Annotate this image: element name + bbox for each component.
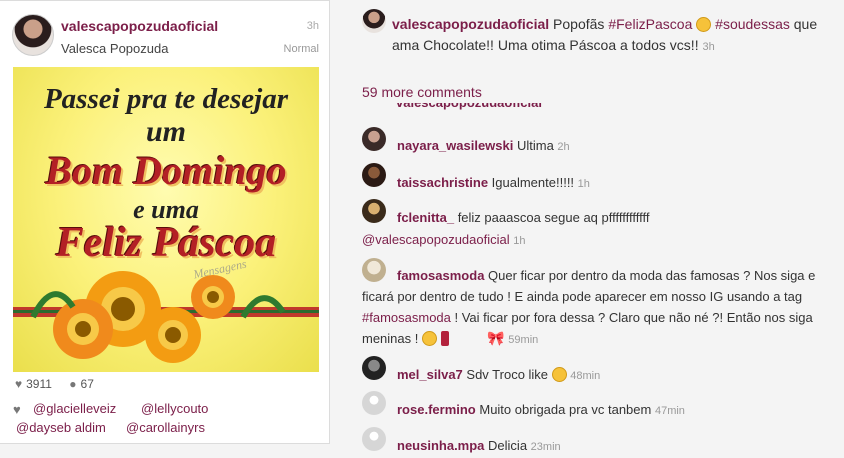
tagged-user[interactable]: @lellycouto [141,401,208,416]
tagged-user[interactable]: @carollainyrs [126,420,205,435]
comment-time: 59min [508,334,539,346]
caption-hashtag[interactable]: #soudessas [715,16,790,32]
comment-time: 1h [577,178,590,190]
commenter-avatar[interactable] [362,199,386,223]
caption-hashtag[interactable]: #FelizPascoa [608,16,692,32]
photo-text-line2: um [145,115,187,148]
comment: @valescapopozudaoficial 1h [362,229,526,252]
heart-icon: ♥ [13,402,21,417]
photo-text-line3: Bom Domingo [45,148,287,193]
commenter-avatar[interactable] [362,427,386,451]
post-author-fullname: Valesca Popozuda [61,41,169,56]
caption-username[interactable]: valescapopozudaoficial [392,16,549,32]
heart-icon[interactable]: ♥ [15,377,22,391]
tagged-user[interactable]: @glacielleveiz [33,401,116,416]
comment-username[interactable]: rose.fermino [397,402,476,417]
comment: nayara_wasilewski Ultima 2h [397,135,570,158]
comment-count: 67 [80,377,94,391]
comment-text: Igualmente!!!!! [488,175,578,190]
comment-username[interactable]: mel_silva7 [397,367,463,382]
comment-username[interactable]: famosasmoda [397,268,484,283]
comment: famosasmoda Quer ficar por dentro da mod… [362,265,832,351]
wink-emoji-icon [551,367,567,382]
post-filter: Normal [283,43,319,55]
comment-username[interactable]: taissachristine [397,175,488,190]
caption-time: 3h [702,41,715,53]
post-author-avatar[interactable] [12,14,54,56]
kiss-emoji-icon [696,17,712,32]
post-author-username[interactable]: valescapopozudaoficial [61,18,218,34]
more-comments-link[interactable]: 59 more comments [362,84,482,100]
comment-time: 2h [557,141,570,153]
comment-mention[interactable]: @valescapopozudaoficial [362,232,510,247]
comment-text: Muito obrigada pra vc tanbem [475,402,655,417]
photo-text-line5: Feliz Páscoa [55,220,277,266]
ribbon-icon: 🎀 [487,330,505,346]
comment-time: 48min [570,370,601,382]
post-caption: valescapopozudaoficial Popofãs #FelizPas… [392,14,832,58]
comment-icon[interactable]: ● [69,377,76,391]
post-stats: ♥ 3911 ● 67 [15,377,98,391]
comment-username[interactable]: fclenitta_ [397,210,454,225]
comment-text: Ultima [513,138,558,153]
commenter-avatar[interactable] [362,356,386,380]
comment: fclenitta_ feliz paaascoa segue aq pffff… [397,207,837,228]
comment: rose.fermino Muito obrigada pra vc tanbe… [397,399,685,422]
comment-text: Sdv Troco like [462,367,552,382]
comment: taissachristine Igualmente!!!!! 1h [397,172,590,195]
comments-panel: valescapopozudaoficial Popofãs #FelizPas… [330,0,844,453]
commenter-avatar[interactable] [362,391,386,415]
comment-time: 47min [654,405,685,417]
clipped-comment: valescapopozudaoficial [390,103,690,117]
comment-text: feliz paaascoa segue aq pffffffffffff [454,210,650,225]
caption-text: Popofãs [549,16,609,32]
comment-time: 23min [530,441,561,453]
caption-avatar[interactable] [362,9,386,33]
photo-text-line1: Passei pra te desejar [43,83,289,115]
commenter-avatar[interactable] [362,127,386,151]
comment-username[interactable]: neusinha.mpa [397,438,484,453]
comment-time: 1h [513,235,526,247]
comment: neusinha.mpa Delicia 23min [397,435,561,458]
post-card: valescapopozudaoficial 3h Valesca Popozu… [0,0,330,444]
post-time[interactable]: 3h [307,20,319,32]
comment: mel_silva7 Sdv Troco like 48min [397,364,600,387]
comment-hashtag[interactable]: #famosasmoda [362,310,451,325]
like-count: 3911 [26,377,52,391]
commenter-avatar[interactable] [362,163,386,187]
post-photo[interactable]: Passei pra te desejar um Bom Domingo e u… [13,67,319,372]
comment-text: Delicia [484,438,531,453]
smile-emoji-icon [421,331,437,346]
tagged-user[interactable]: @dayseb aldim [16,420,106,435]
lipstick-icon [440,331,449,346]
comment-username[interactable]: nayara_wasilewski [397,138,513,153]
